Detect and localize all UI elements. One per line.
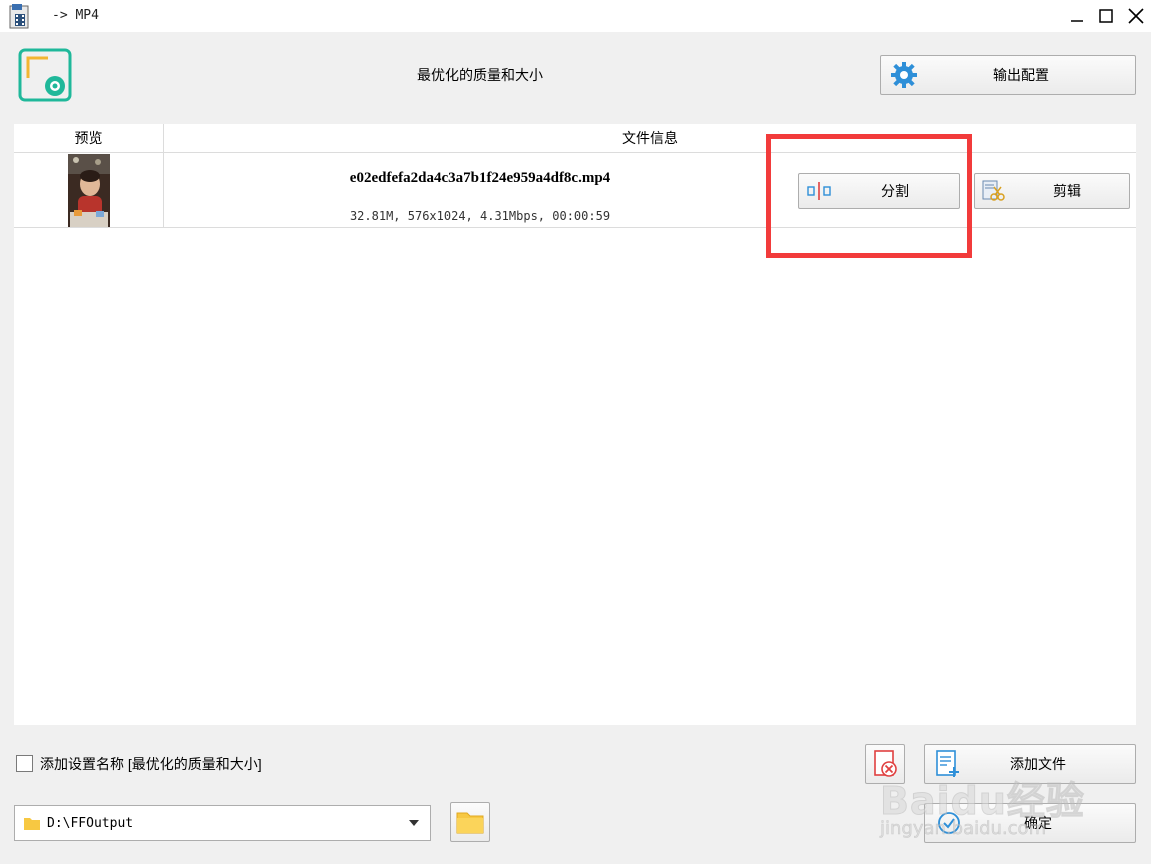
add-file-icon: [936, 750, 959, 777]
output-path-text: D:\FFOutput: [47, 815, 134, 831]
output-config-label: 输出配置: [993, 67, 1049, 83]
gear-icon: [891, 62, 917, 88]
ok-label: 确定: [1024, 815, 1052, 831]
minimize-button[interactable]: [1065, 4, 1089, 28]
scissors-edit-icon: [982, 180, 1005, 201]
table-row[interactable]: e02edfefa2da4c3a7b1f24e959a4df8c.mp4 32.…: [14, 153, 1136, 228]
file-details: 32.81M, 576x1024, 4.31Mbps, 00:00:59: [349, 209, 611, 223]
add-file-button[interactable]: 添加文件: [924, 744, 1136, 784]
delete-file-icon: [874, 750, 897, 777]
add-setting-name-label: 添加设置名称 [最优化的质量和大小]: [40, 756, 262, 772]
output-path-select[interactable]: D:\FFOutput: [14, 805, 431, 841]
preview-cell: [14, 153, 164, 227]
ok-button[interactable]: 确定: [924, 803, 1136, 843]
maximize-icon: [1099, 9, 1113, 23]
split-label: 分割: [881, 183, 909, 199]
file-name: e02edfefa2da4c3a7b1f24e959a4df8c.mp4: [349, 170, 611, 186]
open-folder-icon: [456, 812, 484, 834]
add-file-label: 添加文件: [1010, 756, 1066, 772]
column-header-preview: 预览: [14, 124, 164, 153]
folder-icon: [24, 818, 40, 830]
output-config-button[interactable]: 输出配置: [880, 55, 1136, 95]
close-icon: [1128, 8, 1144, 24]
title-bar: -> MP4: [0, 0, 1151, 32]
edit-button[interactable]: 剪辑: [974, 173, 1130, 209]
split-icon: [807, 182, 831, 200]
window-title: -> MP4: [52, 8, 99, 23]
file-list-panel: 预览 文件信息 e02edfefa2da4c3a7b1f24e959a4df8c…: [14, 124, 1136, 725]
browse-folder-button[interactable]: [450, 802, 490, 842]
video-thumbnail: [68, 154, 110, 227]
check-circle-icon: [938, 812, 960, 834]
chevron-down-icon: [409, 820, 419, 826]
column-header-file-info: 文件信息: [164, 124, 1136, 153]
maximize-button[interactable]: [1094, 4, 1118, 28]
split-button[interactable]: 分割: [798, 173, 960, 209]
minimize-icon: [1071, 20, 1083, 22]
close-button[interactable]: [1124, 4, 1148, 28]
profile-name: 最优化的质量和大小: [417, 67, 543, 83]
remove-file-button[interactable]: [865, 744, 905, 784]
edit-label: 剪辑: [1053, 183, 1081, 199]
app-film-icon: [9, 4, 29, 29]
add-setting-name-checkbox[interactable]: [16, 755, 33, 772]
profile-settings-icon[interactable]: [18, 48, 72, 102]
